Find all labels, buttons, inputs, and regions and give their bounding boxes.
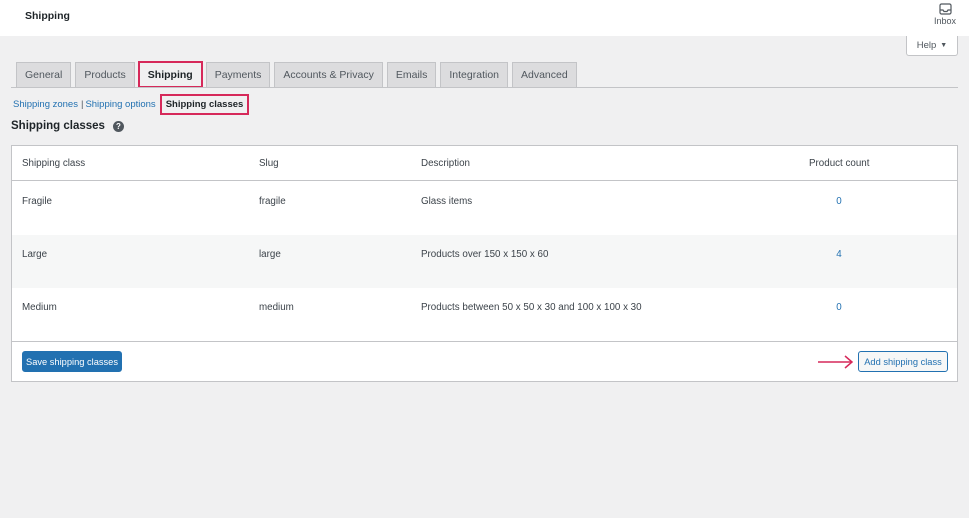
section-title: Shipping classes: [11, 120, 105, 132]
column-header-shipping-class: Shipping class: [22, 158, 86, 169]
subnav-separator: |: [80, 99, 84, 110]
subnav-shipping-zones[interactable]: Shipping zones: [13, 99, 78, 110]
question-circle-icon[interactable]: ?: [112, 120, 124, 132]
save-shipping-classes-button[interactable]: Save shipping classes: [22, 351, 122, 372]
shipping-subnav: Shipping zones | Shipping options Shippi…: [13, 94, 250, 115]
shipping-class-slug: medium: [259, 302, 294, 313]
inbox-label: Inbox: [933, 16, 957, 26]
subnav-shipping-options[interactable]: Shipping options: [85, 99, 155, 110]
table-footer: Save shipping classes Add shipping class: [12, 341, 957, 381]
product-count-link[interactable]: 0: [819, 196, 859, 207]
product-count-link[interactable]: 0: [819, 302, 859, 313]
page-title: Shipping: [25, 10, 70, 22]
settings-tabs: General Products Shipping Payments Accou…: [16, 61, 577, 88]
shipping-classes-table: Shipping class Slug Description Product …: [11, 145, 958, 382]
tab-integration[interactable]: Integration: [440, 62, 508, 87]
column-header-product-count: Product count: [809, 158, 870, 169]
tabs-divider: [11, 87, 958, 88]
shipping-class-description: Glass items: [421, 196, 473, 207]
table-row[interactable]: Medium medium Products between 50 x 50 x…: [12, 288, 957, 341]
tab-payments[interactable]: Payments: [205, 62, 271, 87]
tab-advanced[interactable]: Advanced: [512, 62, 577, 87]
tab-products[interactable]: Products: [75, 62, 135, 87]
table-row[interactable]: Fragile fragile Glass items 0: [12, 182, 957, 235]
shipping-class-slug: large: [259, 249, 281, 260]
table-header: Shipping class Slug Description Product …: [12, 146, 957, 181]
arrow-right-icon: [818, 355, 854, 369]
tab-general[interactable]: General: [16, 62, 72, 87]
inbox-button[interactable]: Inbox: [926, 3, 964, 26]
caret-down-icon: ▼: [940, 42, 948, 49]
table-row[interactable]: Large large Products over 150 x 150 x 60…: [12, 235, 957, 288]
shipping-class-name: Fragile: [22, 196, 52, 207]
tab-accounts-privacy[interactable]: Accounts & Privacy: [274, 62, 383, 87]
section-heading: Shipping classes ?: [11, 120, 124, 132]
shipping-class-slug: fragile: [259, 196, 286, 207]
tab-shipping[interactable]: Shipping: [137, 61, 203, 88]
tab-emails[interactable]: Emails: [386, 62, 437, 87]
add-shipping-class-button[interactable]: Add shipping class: [858, 351, 948, 372]
shipping-class-name: Large: [22, 249, 48, 260]
help-button[interactable]: Help ▼: [906, 36, 958, 56]
column-header-description: Description: [421, 158, 471, 169]
help-label: Help: [916, 40, 937, 51]
inbox-icon: [938, 3, 952, 15]
shipping-class-description: Products between 50 x 50 x 30 and 100 x …: [421, 302, 642, 313]
shipping-class-name: Medium: [22, 302, 57, 313]
top-bar: Shipping Inbox: [0, 0, 969, 36]
column-header-slug: Slug: [259, 158, 279, 169]
product-count-link[interactable]: 4: [819, 249, 859, 260]
shipping-class-description: Products over 150 x 150 x 60: [421, 249, 549, 260]
subnav-shipping-classes[interactable]: Shipping classes: [159, 94, 250, 115]
